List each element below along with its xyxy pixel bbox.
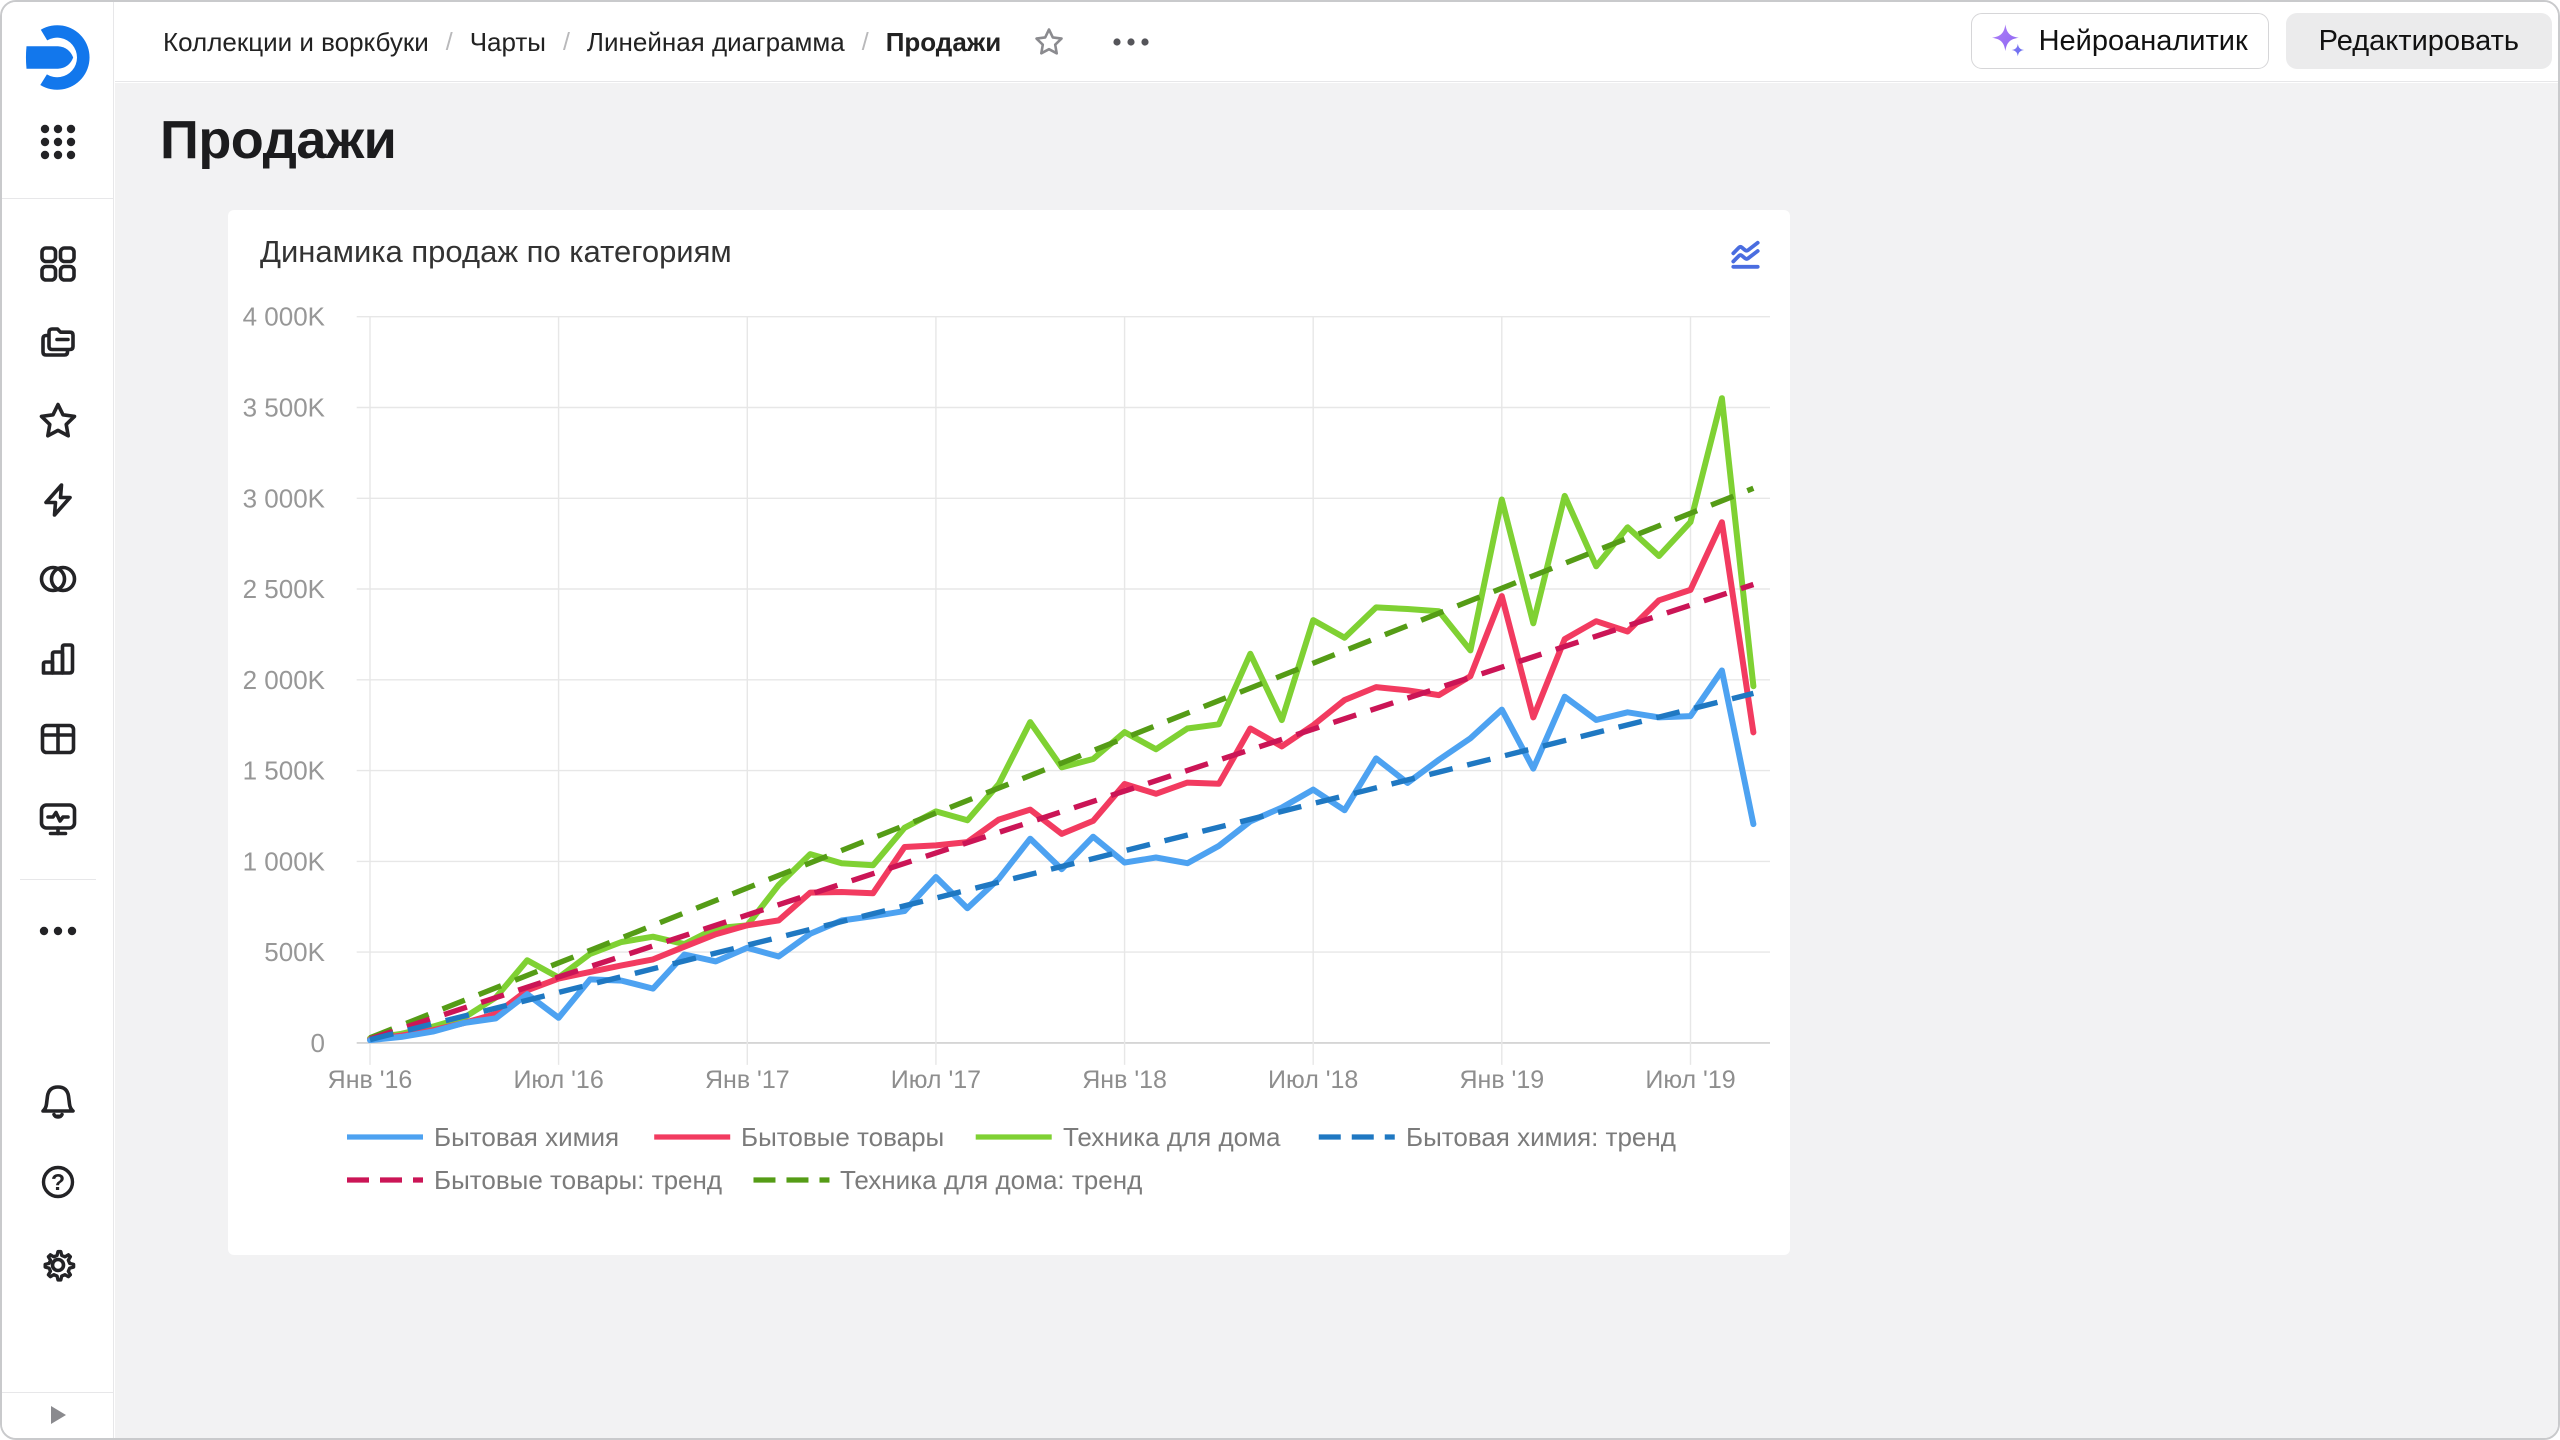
svg-text:Июл '18: Июл '18: [1268, 1066, 1358, 1094]
svg-text:Техника для дома: Техника для дома: [1063, 1122, 1281, 1152]
svg-text:3 500K: 3 500K: [243, 393, 326, 423]
svg-text:500K: 500K: [264, 937, 325, 967]
svg-text:Бытовая химия: тренд: Бытовая химия: тренд: [1406, 1122, 1676, 1152]
svg-text:3 000K: 3 000K: [243, 483, 326, 513]
svg-text:0: 0: [311, 1028, 325, 1058]
svg-text:1 500K: 1 500K: [243, 756, 326, 786]
svg-text:1 000K: 1 000K: [243, 846, 326, 876]
svg-text:Техника для дома: тренд: Техника для дома: тренд: [840, 1165, 1142, 1195]
svg-text:?: ?: [50, 1169, 64, 1195]
svg-text:Бытовые товары: Бытовые товары: [741, 1122, 944, 1152]
svg-text:2 000K: 2 000K: [243, 665, 326, 695]
svg-text:2 500K: 2 500K: [243, 574, 326, 604]
svg-text:Янв '16: Янв '16: [328, 1066, 413, 1094]
svg-text:Бытовая химия: Бытовая химия: [434, 1122, 619, 1152]
svg-text:Бытовые товары: тренд: Бытовые товары: тренд: [434, 1165, 722, 1195]
svg-text:Янв '17: Янв '17: [705, 1066, 790, 1094]
svg-text:Янв '18: Янв '18: [1082, 1066, 1167, 1094]
svg-text:Июл '19: Июл '19: [1645, 1066, 1735, 1094]
svg-text:Июл '17: Июл '17: [891, 1066, 981, 1094]
svg-text:4 000K: 4 000K: [243, 302, 326, 332]
svg-text:Июл '16: Июл '16: [513, 1066, 603, 1094]
svg-text:Янв '19: Янв '19: [1459, 1066, 1544, 1094]
